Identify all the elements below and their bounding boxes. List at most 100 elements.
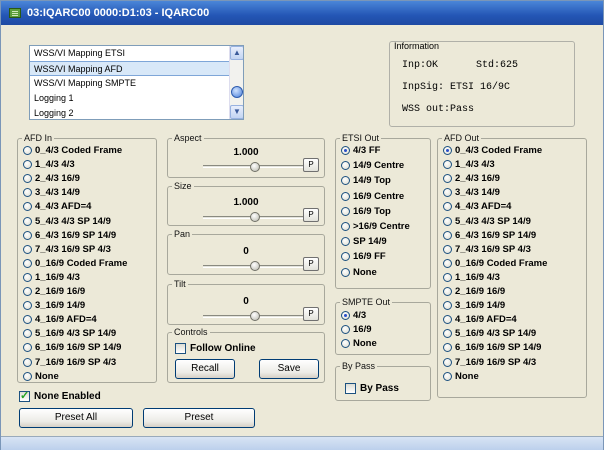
radio-button[interactable]: [341, 222, 350, 231]
afd-out-option[interactable]: 5_4/3 4/3 SP 14/9: [443, 216, 531, 227]
radio-button[interactable]: [443, 160, 452, 170]
radio-button[interactable]: [23, 230, 32, 240]
etsi-out-option[interactable]: SP 14/9: [341, 236, 387, 247]
recall-button[interactable]: Recall: [175, 359, 235, 379]
radio-button[interactable]: [23, 287, 32, 296]
afd-out-option[interactable]: 4_16/9 AFD=4: [443, 314, 517, 325]
radio-button[interactable]: [23, 188, 32, 198]
afd-in-option[interactable]: 6_4/3 16/9 SP 14/9: [23, 230, 116, 241]
radio-button[interactable]: [23, 329, 32, 339]
radio-button[interactable]: [341, 325, 350, 334]
radio-button[interactable]: [341, 206, 350, 216]
pan-preset-button[interactable]: P: [303, 257, 319, 271]
aspect-slider-thumb[interactable]: [250, 162, 260, 172]
radio-button[interactable]: [341, 191, 350, 201]
afd-in-option[interactable]: 1_16/9 4/3: [23, 272, 80, 283]
radio-button[interactable]: [443, 174, 452, 184]
tilt-slider-thumb[interactable]: [250, 311, 260, 321]
afd-in-option[interactable]: 0_4/3 Coded Frame: [23, 145, 122, 156]
afd-out-option[interactable]: 3_4/3 14/9: [443, 187, 500, 198]
etsi-out-option[interactable]: 4/3 FF: [341, 145, 380, 156]
bypass-box[interactable]: [345, 383, 356, 394]
follow-online-box[interactable]: [175, 343, 186, 354]
afd-in-option[interactable]: 2_16/9 16/9: [23, 286, 85, 297]
title-bar[interactable]: 03:IQARC00 0000:D1:03 - IQARC00: [1, 1, 603, 25]
preset-all-button[interactable]: Preset All: [19, 408, 133, 428]
afd-out-option[interactable]: 0_4/3 Coded Frame: [443, 145, 542, 156]
radio-button[interactable]: [341, 237, 350, 247]
chevron-up-icon[interactable]: ▲: [230, 46, 243, 60]
list-item[interactable]: Logging 1: [30, 91, 230, 106]
etsi-out-option[interactable]: 14/9 Top: [341, 175, 391, 186]
follow-online-checkbox[interactable]: Follow Online: [175, 343, 256, 354]
afd-in-option[interactable]: 3_16/9 14/9: [23, 300, 85, 311]
radio-button[interactable]: [23, 315, 32, 325]
afd-out-option[interactable]: 2_16/9 16/9: [443, 286, 505, 297]
radio-button[interactable]: [341, 311, 350, 320]
smpte-out-option[interactable]: 4/3: [341, 310, 366, 321]
radio-button[interactable]: [341, 267, 350, 277]
aspect-preset-button[interactable]: P: [303, 158, 319, 172]
radio-button[interactable]: [23, 301, 32, 311]
afd-out-option[interactable]: 2_4/3 16/9: [443, 173, 500, 184]
etsi-out-option[interactable]: None: [341, 267, 377, 278]
afd-out-option[interactable]: 6_4/3 16/9 SP 14/9: [443, 230, 536, 241]
afd-in-option[interactable]: 1_4/3 4/3: [23, 159, 75, 170]
scroll-thumb[interactable]: [231, 86, 243, 98]
etsi-out-option[interactable]: >16/9 Centre: [341, 221, 410, 232]
bypass-checkbox[interactable]: By Pass: [345, 383, 399, 394]
mode-list[interactable]: WSS/VI Mapping ETSI WSS/VI Mapping AFD WSS…: [29, 45, 244, 120]
afd-out-option[interactable]: 6_16/9 16/9 SP 14/9: [443, 342, 541, 353]
radio-button[interactable]: [341, 146, 350, 155]
none-enabled-box[interactable]: [19, 389, 30, 402]
radio-button[interactable]: [443, 371, 452, 381]
afd-in-option[interactable]: 4_16/9 AFD=4: [23, 314, 97, 325]
afd-in-option[interactable]: 0_16/9 Coded Frame: [23, 258, 127, 269]
radio-button[interactable]: [23, 343, 32, 353]
afd-out-option[interactable]: None: [443, 371, 479, 382]
etsi-out-option[interactable]: 14/9 Centre: [341, 160, 404, 171]
afd-in-option[interactable]: 5_4/3 4/3 SP 14/9: [23, 216, 111, 227]
radio-button[interactable]: [23, 357, 32, 367]
list-scrollbar[interactable]: ▲ ▼: [229, 46, 243, 119]
afd-in-option[interactable]: 4_4/3 AFD=4: [23, 201, 91, 212]
radio-button[interactable]: [443, 202, 452, 212]
radio-button[interactable]: [341, 176, 350, 186]
radio-button[interactable]: [23, 371, 32, 381]
radio-button[interactable]: [443, 230, 452, 240]
afd-in-option[interactable]: 5_16/9 4/3 SP 14/9: [23, 328, 116, 339]
list-item[interactable]: WSS/VI Mapping SMPTE: [30, 76, 230, 91]
none-enabled-checkbox[interactable]: None Enabled: [19, 389, 101, 402]
radio-button[interactable]: [443, 272, 452, 282]
radio-button[interactable]: [443, 258, 452, 268]
list-item[interactable]: WSS/VI Mapping ETSI: [30, 46, 230, 61]
radio-button[interactable]: [443, 188, 452, 198]
radio-button[interactable]: [443, 357, 452, 367]
smpte-out-option[interactable]: None: [341, 338, 377, 349]
list-item[interactable]: Logging 2: [30, 106, 230, 119]
afd-out-option[interactable]: 1_16/9 4/3: [443, 272, 500, 283]
radio-button[interactable]: [23, 160, 32, 170]
afd-out-option[interactable]: 1_4/3 4/3: [443, 159, 495, 170]
save-button[interactable]: Save: [259, 359, 319, 379]
radio-button[interactable]: [341, 252, 350, 262]
afd-out-option[interactable]: 0_16/9 Coded Frame: [443, 258, 547, 269]
radio-button[interactable]: [443, 244, 452, 254]
radio-button[interactable]: [341, 339, 350, 348]
etsi-out-option[interactable]: 16/9 FF: [341, 251, 386, 262]
size-slider-thumb[interactable]: [250, 212, 260, 222]
afd-in-option[interactable]: None: [23, 371, 59, 382]
size-preset-button[interactable]: P: [303, 208, 319, 222]
radio-button[interactable]: [443, 287, 452, 296]
radio-button[interactable]: [23, 258, 32, 268]
radio-button[interactable]: [443, 301, 452, 311]
etsi-out-option[interactable]: 16/9 Top: [341, 206, 391, 217]
radio-button[interactable]: [443, 343, 452, 353]
afd-in-option[interactable]: 7_4/3 16/9 SP 4/3: [23, 244, 111, 255]
pan-slider-thumb[interactable]: [250, 261, 260, 271]
afd-out-option[interactable]: 3_16/9 14/9: [443, 300, 505, 311]
list-item[interactable]: WSS/VI Mapping AFD: [30, 61, 230, 76]
radio-button[interactable]: [443, 329, 452, 339]
radio-button[interactable]: [443, 315, 452, 325]
radio-button[interactable]: [23, 146, 32, 155]
